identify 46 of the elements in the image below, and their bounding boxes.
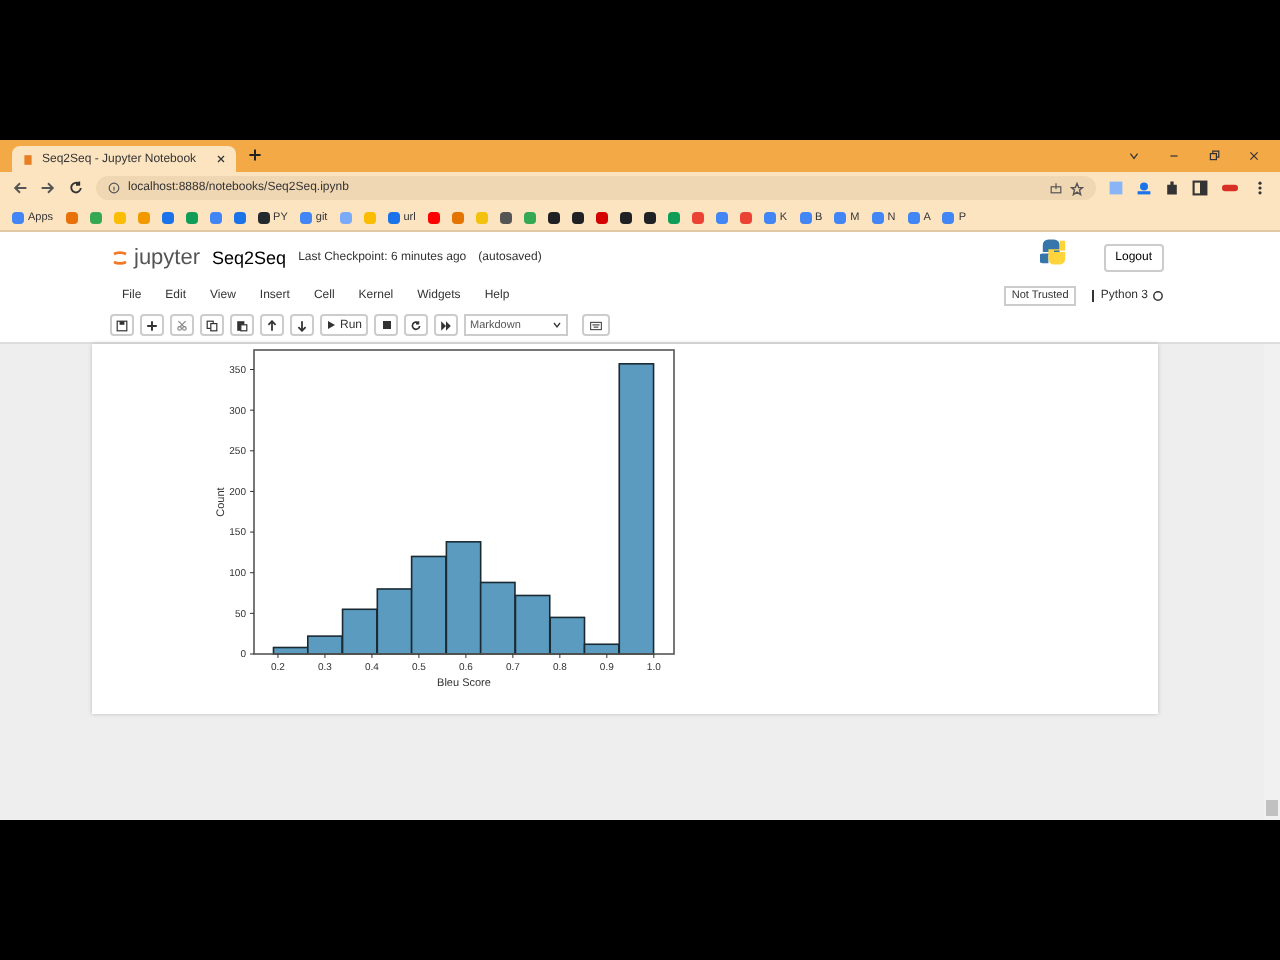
restore-icon xyxy=(1208,150,1220,162)
move-down-button[interactable] xyxy=(290,314,314,336)
star-icon xyxy=(1070,181,1084,195)
orbit-icon xyxy=(110,245,130,269)
add-cell-button[interactable] xyxy=(140,314,164,336)
copy-icon xyxy=(206,319,218,331)
info-icon xyxy=(108,182,120,194)
copy-button[interactable] xyxy=(200,314,224,336)
jupyter-logo[interactable]: jupyter xyxy=(110,245,201,269)
run-all-button[interactable] xyxy=(434,314,459,336)
notebook-name[interactable]: Seq2Seq xyxy=(212,247,287,267)
chevron-down-icon xyxy=(1128,150,1140,162)
plus-icon xyxy=(248,148,262,162)
puzzle-icon xyxy=(1164,180,1180,196)
stop-button[interactable] xyxy=(374,314,399,336)
python-logo-icon xyxy=(1039,238,1068,266)
kernel-status-icon xyxy=(1152,289,1164,301)
arrow-down-icon xyxy=(296,319,308,331)
minimize-icon xyxy=(1168,150,1180,162)
plus-icon xyxy=(146,319,158,331)
save-icon xyxy=(116,319,128,331)
chevron-down-icon xyxy=(552,320,563,330)
forward-arrow-icon xyxy=(40,180,56,196)
reload-icon xyxy=(410,319,423,331)
restart-button[interactable] xyxy=(404,314,429,336)
move-up-button[interactable] xyxy=(260,314,284,336)
play-icon xyxy=(326,320,336,330)
book-icon xyxy=(22,153,34,165)
extension-icon xyxy=(1108,180,1124,196)
sidebar-icon xyxy=(1192,180,1208,196)
reload-icon xyxy=(68,180,84,196)
stop-icon xyxy=(381,320,392,330)
keyboard-icon xyxy=(588,319,605,331)
clipboard-icon xyxy=(236,319,248,331)
arrow-up-icon xyxy=(266,319,278,331)
close-icon xyxy=(216,154,226,164)
save-button[interactable] xyxy=(110,314,134,336)
share-icon xyxy=(1050,182,1062,194)
scissors-icon xyxy=(176,319,188,331)
badge-icon xyxy=(1220,180,1240,196)
fast-forward-icon xyxy=(440,319,453,331)
paste-button[interactable] xyxy=(230,314,254,336)
back-arrow-icon xyxy=(12,180,28,196)
profile-icon xyxy=(1136,180,1152,196)
close-icon xyxy=(1248,150,1260,162)
keyboard-button[interactable] xyxy=(582,314,611,336)
